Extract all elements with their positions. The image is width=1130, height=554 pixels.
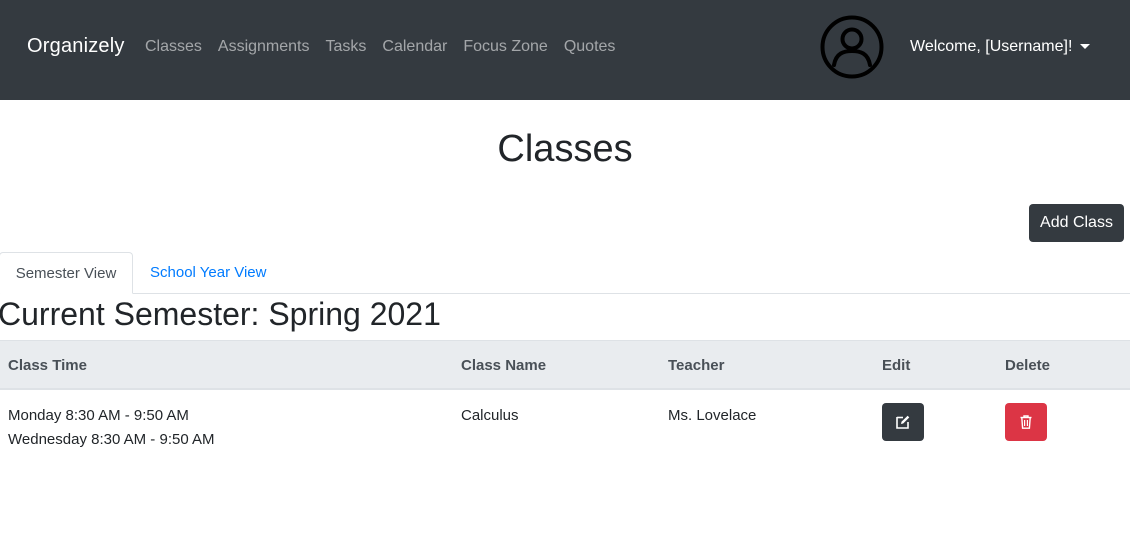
teacher-cell: Ms. Lovelace — [668, 407, 757, 424]
nav-link-focus-zone[interactable]: Focus Zone — [463, 38, 547, 56]
page-title: Classes — [497, 128, 633, 170]
tab-semester-view[interactable]: Semester View — [0, 252, 133, 294]
class-time-cell: Monday 8:30 AM - 9:50 AM Wednesday 8:30 … — [8, 404, 215, 452]
add-class-button[interactable]: Add Class — [1029, 204, 1124, 242]
user-greeting: Welcome, [Username]! — [910, 38, 1073, 55]
class-time-line: Monday 8:30 AM - 9:50 AM — [8, 407, 189, 424]
nav-link-tasks[interactable]: Tasks — [326, 38, 367, 56]
brand-logo-link[interactable]: Organizely — [27, 35, 125, 58]
header-edit: Edit — [882, 357, 911, 374]
user-dropdown-toggle[interactable]: Welcome, [Username]! — [910, 38, 1091, 56]
delete-class-button[interactable] — [1005, 403, 1047, 441]
edit-icon — [896, 415, 910, 429]
top-navbar: Organizely Classes Assignments Tasks Cal… — [0, 0, 1130, 100]
header-delete: Delete — [1005, 357, 1051, 374]
nav-link-quotes[interactable]: Quotes — [564, 38, 616, 56]
table-row: Monday 8:30 AM - 9:50 AM Wednesday 8:30 … — [0, 390, 1130, 460]
table-header-row: Class Time Class Name Teacher Edit Delet… — [0, 340, 1130, 390]
header-class-name: Class Name — [461, 357, 547, 374]
edit-class-button[interactable] — [882, 403, 924, 441]
header-class-time: Class Time — [8, 357, 87, 374]
nav-links: Classes Assignments Tasks Calendar Focus… — [145, 38, 631, 56]
class-name-cell: Calculus — [461, 407, 519, 424]
nav-link-calendar[interactable]: Calendar — [382, 38, 447, 56]
header-teacher: Teacher — [668, 357, 725, 374]
view-tabs: Semester View School Year View — [0, 252, 1130, 294]
tab-school-year-view[interactable]: School Year View — [150, 252, 266, 294]
classes-table: Class Time Class Name Teacher Edit Delet… — [0, 340, 1130, 460]
trash-icon — [1020, 415, 1032, 429]
class-time-line: Wednesday 8:30 AM - 9:50 AM — [8, 431, 215, 448]
nav-link-classes[interactable]: Classes — [145, 38, 202, 56]
nav-link-assignments[interactable]: Assignments — [218, 38, 310, 56]
user-avatar-icon[interactable] — [820, 15, 884, 79]
caret-down-icon — [1080, 43, 1091, 49]
semester-heading: Current Semester: Spring 2021 — [0, 296, 441, 332]
